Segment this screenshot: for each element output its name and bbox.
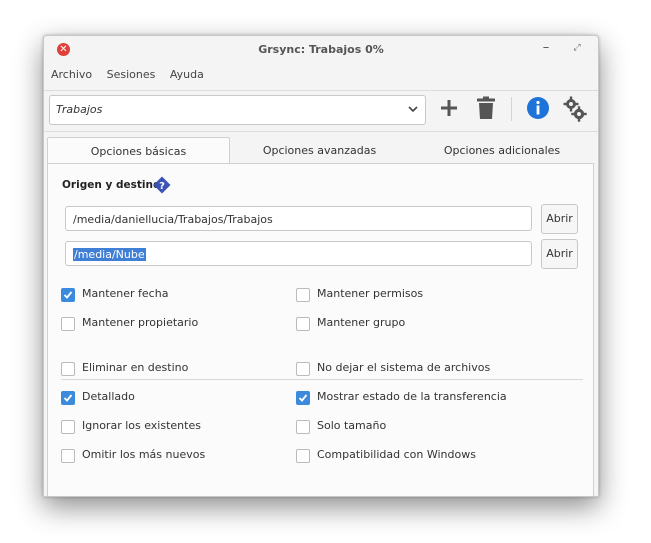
divider (44, 90, 598, 91)
tab-opciones-adicionales[interactable]: Opciones adicionales (412, 137, 592, 164)
checkbox[interactable] (296, 288, 310, 302)
checkbox[interactable] (296, 449, 310, 463)
menu-bar: Archivo Sesiones Ayuda (51, 68, 215, 86)
destination-path-input[interactable]: /media/Nube (65, 241, 532, 266)
tab-opciones-basicas[interactable]: Opciones básicas (47, 137, 230, 165)
chevron-down-icon (408, 106, 418, 113)
options-divider (61, 379, 583, 380)
tab-bar: Opciones básicas Opciones avanzadas Opci… (47, 137, 593, 165)
checkbox-label: Mantener fecha (82, 287, 169, 300)
checkbox-label: Mantener permisos (317, 287, 424, 300)
checkbox-label: Omitir los más nuevos (82, 448, 206, 461)
menu-ayuda[interactable]: Ayuda (170, 68, 204, 81)
open-source-button[interactable]: Abrir (541, 204, 578, 234)
checkbox-label: Mantener grupo (317, 316, 406, 329)
toolbar-divider (511, 97, 512, 121)
checkbox[interactable] (296, 362, 310, 376)
menu-sesiones[interactable]: Sesiones (107, 68, 156, 81)
checkbox-label: Mostrar estado de la transferencia (317, 390, 507, 403)
checkbox-label: No dejar el sistema de archivos (317, 361, 491, 374)
basic-options-panel: Origen y destino: ? /media/daniellucia/T… (47, 163, 594, 496)
svg-text:?: ? (159, 181, 165, 192)
maximize-button[interactable]: ⤢ (571, 40, 583, 56)
checkbox-label: Detallado (82, 390, 135, 403)
help-icon[interactable]: ? (152, 175, 172, 195)
checkbox-label: Ignorar los existentes (82, 419, 201, 432)
plus-icon[interactable] (438, 97, 460, 119)
minimize-button[interactable]: – (540, 40, 552, 56)
open-destination-button[interactable]: Abrir (541, 239, 578, 269)
checkbox-label: Eliminar en destino (82, 361, 189, 374)
checkbox[interactable] (61, 288, 75, 302)
checkbox[interactable] (61, 420, 75, 434)
destination-path-value: /media/Nube (73, 248, 146, 261)
checkbox[interactable] (296, 317, 310, 331)
checkbox[interactable] (296, 391, 310, 405)
session-value: Trabajos (56, 103, 103, 116)
session-select[interactable]: Trabajos (49, 95, 426, 125)
grsync-window: ✕ Grsync: Trabajos 0% – ⤢ Archivo Sesion… (43, 35, 599, 497)
checkbox[interactable] (61, 449, 75, 463)
gears-icon[interactable] (563, 96, 587, 122)
trash-icon[interactable] (475, 96, 497, 120)
source-path-value: /media/daniellucia/Trabajos/Trabajos (73, 213, 273, 226)
checkbox[interactable] (296, 420, 310, 434)
menu-archivo[interactable]: Archivo (51, 68, 92, 81)
checkbox-label: Mantener propietario (82, 316, 199, 329)
checkbox-label: Compatibilidad con Windows (317, 448, 476, 461)
checkbox[interactable] (61, 391, 75, 405)
checkbox[interactable] (61, 362, 75, 376)
divider (44, 131, 598, 132)
tab-opciones-avanzadas[interactable]: Opciones avanzadas (232, 137, 407, 164)
checkbox[interactable] (61, 317, 75, 331)
checkbox-label: Solo tamaño (317, 419, 387, 432)
title-bar: ✕ Grsync: Trabajos 0% – ⤢ (44, 36, 598, 64)
origin-destination-label: Origen y destino: (62, 179, 165, 191)
source-path-input[interactable]: /media/daniellucia/Trabajos/Trabajos (65, 206, 532, 231)
info-icon[interactable] (526, 96, 550, 120)
window-title: Grsync: Trabajos 0% (258, 43, 384, 56)
